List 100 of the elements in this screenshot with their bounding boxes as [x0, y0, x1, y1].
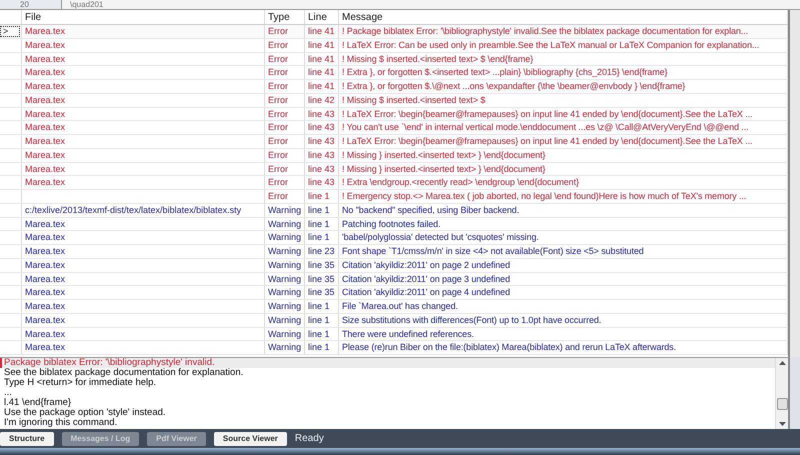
message-row[interactable]: Marea.tex Error line 43 ! LaTeX Error: \begin{beamer@framepauses} on input line 41 ended by \end{document}.See the LaTeX ... [0, 135, 788, 149]
column-header[interactable]: Message [339, 10, 788, 24]
message-cell: ! LaTeX Error: \begin{beamer@framepauses} on input line 41 ended by \end{document}.See the LaTeX ... [342, 136, 752, 146]
message-row[interactable]: Marea.tex Error line 41 ! Missing $ inserted.<inserted text> $ \end{frame} [0, 52, 788, 66]
view-button[interactable]: Source Viewer [214, 432, 287, 446]
line-cell: line 43 [308, 108, 335, 118]
type-cell: Warning [268, 260, 302, 270]
type-cell: Error [268, 150, 288, 160]
line-cell: line 41 [308, 54, 335, 64]
message-cell: Patching footnotes failed. [342, 218, 440, 228]
file-cell: Marea.tex [25, 314, 66, 325]
message-row[interactable]: > Marea.tex Error line 41 ! Package biblatex Error: '\bibliographystyle' invalid.See the biblatex package documentation for explan... [0, 25, 788, 39]
log-line: ... [4, 387, 12, 398]
file-cell: Marea.tex [25, 122, 66, 132]
message-row[interactable]: Marea.tex Warning line 1 Size substitutions with differences(Font) up to 1.0pt have occurred. [0, 314, 788, 328]
file-cell: Marea.tex [25, 94, 66, 105]
message-row[interactable]: Marea.tex Error line 43 ! Extra \endgroup.<recently read> \endgroup \end{document} [0, 176, 788, 190]
scroll-down-icon[interactable] [778, 422, 786, 426]
line-cell: line 1 [308, 314, 330, 325]
line-cell: line 1 [308, 218, 330, 228]
column-header[interactable]: File [22, 10, 265, 24]
scrollbar[interactable] [775, 358, 788, 429]
file-cell: Marea.tex [25, 136, 66, 146]
view-button[interactable]: Structure [0, 432, 54, 446]
file-cell: Marea.tex [25, 164, 66, 174]
message-cell: ! LaTeX Error: Can be used only in preamble.See the LaTeX manual or LaTeX Companion for explanation... [342, 40, 760, 50]
type-cell: Warning [268, 246, 302, 256]
line-cell: line 1 [308, 342, 330, 352]
type-cell: Warning [268, 232, 302, 242]
message-row[interactable]: Marea.tex Warning line 23 Font shape `T1/cmss/m/n' in size <4> not available(Font) size <5> substituted [0, 245, 788, 259]
line-cell: line 41 [308, 40, 335, 50]
column-header[interactable]: Line [305, 10, 339, 24]
message-row[interactable]: Marea.tex Warning line 1 File `Marea.out' has changed. [0, 300, 788, 314]
message-row[interactable]: Marea.tex Error line 43 ! LaTeX Error: \begin{beamer@framepauses} on input line 41 ended by \end{document}.See the LaTeX ... [0, 108, 788, 122]
message-cell: Citation 'akyildiz:2011' on page 4 undefined [342, 287, 510, 298]
line-cell: line 1 [308, 191, 330, 201]
message-row[interactable]: Marea.tex Error line 43 ! You can't use `\end' in internal vertical mode.\enddocument ...es \z@ \Call@AtVeryVeryEnd \@@end ... [0, 121, 788, 135]
file-cell: Marea.tex [25, 342, 66, 352]
message-row[interactable]: Marea.tex Warning line 1 There were undefined references. [0, 328, 788, 342]
line-cell: line 23 [308, 246, 335, 256]
file-cell: Marea.tex [25, 246, 66, 256]
message-row[interactable]: Marea.tex Warning line 1 Please (re)run Biber on the file:(biblatex) Marea(biblatex) and rerun LaTeX afterwards. [0, 341, 788, 355]
type-cell: Warning [268, 342, 302, 352]
scroll-up-icon[interactable] [778, 361, 786, 365]
message-row[interactable]: Marea.tex Warning line 35 Citation 'akyildiz:2011' on page 2 undefined [0, 258, 788, 272]
line-cell: line 42 [308, 94, 335, 105]
type-cell: Error [268, 26, 288, 36]
type-cell: Error [268, 177, 288, 188]
message-cell: ! Extra }, or forgotten $.<inserted text> ...plain} \bibliography {chs_2015} \end{frame} [342, 67, 668, 78]
file-cell: c:/texlive/2013/texmf-dist/tex/latex/biblatex/biblatex.sty [25, 204, 242, 215]
message-cell: ! Missing } inserted.<inserted text> } \end{document} [342, 164, 546, 174]
editor-text: \quad201 [70, 0, 104, 9]
type-cell: Warning [268, 218, 302, 228]
log-line: Package biblatex Error: '\bibliographystyle' invalid. [4, 358, 215, 368]
file-cell: Marea.tex [25, 81, 66, 91]
message-cell: ! You can't use `\end' in internal vertical mode.\enddocument ...es \z@ \Call@AtVeryVeryEnd \@@end ... [342, 122, 748, 132]
message-cell: ! Missing $ inserted.<inserted text> $ [342, 94, 486, 105]
line-cell: line 1 [308, 232, 330, 242]
file-cell: Marea.tex [25, 232, 66, 242]
type-cell: Error [268, 40, 288, 50]
message-row[interactable]: Marea.tex Warning line 35 Citation 'akyildiz:2011' on page 3 undefined [0, 272, 788, 286]
message-cell: ! Missing } inserted.<inserted text> } \end{document} [342, 150, 546, 160]
log-line: l.41 \end{frame} [4, 397, 72, 408]
line-cell: line 41 [308, 26, 335, 36]
message-row[interactable]: Marea.tex Error line 41 ! LaTeX Error: Can be used only in preamble.See the LaTeX manual or LaTeX Companion for explanation... [0, 38, 788, 52]
message-row[interactable]: Marea.tex Warning line 1 'babel/polyglossia' detected but 'csquotes' missing. [0, 231, 788, 245]
line-cell: line 43 [308, 122, 335, 132]
line-cell: line 43 [308, 136, 335, 146]
message-row[interactable]: Marea.tex Error line 43 ! Missing } inserted.<inserted text> } \end{document} [0, 148, 788, 162]
type-cell: Error [268, 94, 288, 105]
message-cell: ! Emergency stop.<> Marea.tex ( job aborted, no legal \end found)Here is how much of TeX's memory ... [342, 191, 746, 201]
type-cell: Error [268, 108, 288, 118]
message-row[interactable]: c:/texlive/2013/texmf-dist/tex/latex/biblatex/biblatex.sty Warning line 1 No "backend" specified, using Biber backend. [0, 204, 788, 218]
line-cell: line 1 [308, 328, 330, 338]
file-cell: Marea.tex [25, 40, 66, 50]
type-cell: Error [268, 136, 288, 146]
message-cell: 'babel/polyglossia' detected but 'csquotes' missing. [342, 232, 539, 242]
line-cell: line 41 [308, 67, 335, 78]
file-cell: Marea.tex [25, 67, 66, 78]
type-cell: Error [268, 67, 288, 78]
scroll-thumb[interactable] [776, 398, 788, 410]
message-row[interactable]: Marea.tex Error line 41 ! Extra }, or forgotten $.\@next ...ons \expandafter {\the \beamer@envbody } \end{frame} [0, 80, 788, 94]
message-row[interactable]: Error line 1 ! Emergency stop.<> Marea.tex ( job aborted, no legal \end found)Here is how much of TeX's memory ... [0, 190, 788, 204]
message-cell: Font shape `T1/cmss/m/n' in size <4> not available(Font) size <5> substituted [342, 246, 644, 256]
message-row[interactable]: Marea.tex Error line 42 ! Missing $ inserted.<inserted text> $ [0, 94, 788, 108]
message-cell: Size substitutions with differences(Font) up to 1.0pt have occurred. [342, 314, 602, 325]
file-cell: Marea.tex [25, 260, 66, 270]
file-cell: Marea.tex [25, 218, 66, 228]
message-cell: Citation 'akyildiz:2011' on page 3 undefined [342, 274, 510, 284]
column-header[interactable]: Type [265, 10, 305, 24]
type-cell: Warning [268, 204, 302, 215]
type-cell: Warning [268, 274, 302, 284]
message-cell: File `Marea.out' has changed. [342, 301, 458, 311]
message-row[interactable]: Marea.tex Error line 43 ! Missing } inserted.<inserted text> } \end{document} [0, 162, 788, 176]
log-line: See the biblatex package documentation for explanation. [4, 367, 244, 378]
message-cell: No "backend" specified, using Biber backend. [342, 204, 520, 215]
message-row[interactable]: Marea.tex Warning line 1 Patching footnotes failed. [0, 218, 788, 232]
type-cell: Error [268, 122, 288, 132]
message-row[interactable]: Marea.tex Error line 41 ! Extra }, or forgotten $.<inserted text> ...plain} \bibliography {chs_2015} \end{frame} [0, 66, 788, 80]
message-row[interactable]: Marea.tex Warning line 35 Citation 'akyildiz:2011' on page 4 undefined [0, 286, 788, 300]
